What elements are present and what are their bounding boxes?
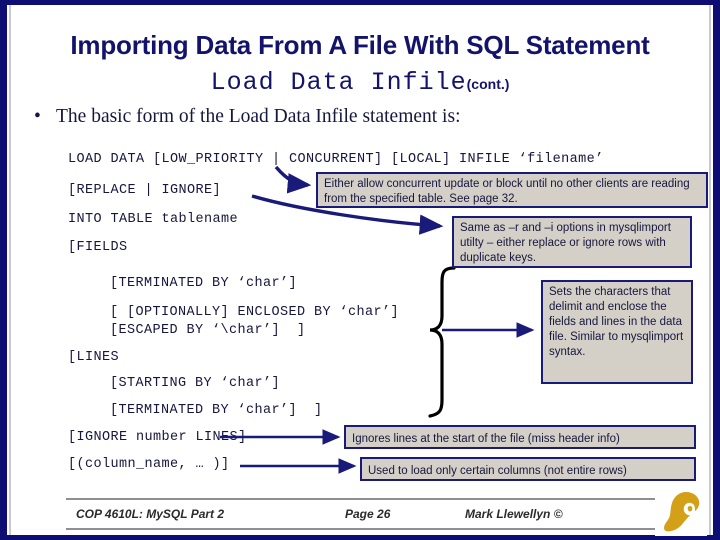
bullet-line: • The basic form of the Load Data Infile … — [34, 106, 694, 128]
syntax-line-4: [FIELDS — [68, 240, 128, 255]
page-title: Importing Data From A File With SQL Stat… — [70, 30, 650, 60]
syntax-line-1: LOAD DATA [LOW_PRIORITY | CONCURRENT] [L… — [68, 152, 604, 167]
footer-divider-top — [66, 498, 656, 500]
footer-page-number: Page 26 — [345, 507, 391, 521]
bullet-text: The basic form of the Load Data Infile s… — [56, 106, 461, 127]
syntax-line-5: [TERMINATED BY ‘char’] — [110, 276, 298, 291]
callout-concurrent: Either allow concurrent update or block … — [316, 172, 708, 208]
subtitle-statement: Load Data Infile — [210, 68, 467, 97]
syntax-line-8: [LINES — [68, 350, 120, 365]
syntax-line-3: INTO TABLE tablename — [68, 212, 239, 227]
callout-ignore-lines: Ignores lines at the start of the file (… — [344, 425, 696, 449]
footer-author: Mark Llewellyn © — [465, 507, 563, 521]
bullet-dot: • — [34, 106, 41, 127]
syntax-line-9: [STARTING BY ‘char’] — [110, 376, 281, 391]
syntax-line-11: [IGNORE number LINES] — [68, 430, 247, 445]
slide-canvas: Importing Data From A File With SQL Stat… — [0, 0, 720, 540]
border-bottom — [0, 535, 720, 540]
syntax-line-12: [(column_name, … )] — [68, 457, 230, 472]
callout-fields-lines: Sets the characters that delimit and enc… — [541, 280, 693, 384]
syntax-line-2: [REPLACE | IGNORE] — [68, 183, 222, 198]
callout-replace-ignore: Same as –r and –i options in mysqlimport… — [452, 216, 692, 268]
footer-divider-bottom — [66, 528, 656, 530]
footer-course: COP 4610L: MySQL Part 2 — [76, 507, 225, 521]
syntax-line-6: [ [OPTIONALLY] ENCLOSED BY ‘char’] — [110, 305, 400, 320]
border-top — [0, 0, 720, 5]
subtitle-continued: (cont.) — [466, 76, 510, 92]
syntax-line-10: [TERMINATED BY ‘char’] ] — [110, 403, 323, 418]
page-subtitle: Load Data Infile(cont.) — [0, 68, 720, 97]
ucf-pegasus-logo-icon — [655, 486, 707, 536]
syntax-line-7: [ESCAPED BY ‘\char’] ] — [110, 323, 306, 338]
callout-column-names: Used to load only certain columns (not e… — [360, 457, 696, 481]
